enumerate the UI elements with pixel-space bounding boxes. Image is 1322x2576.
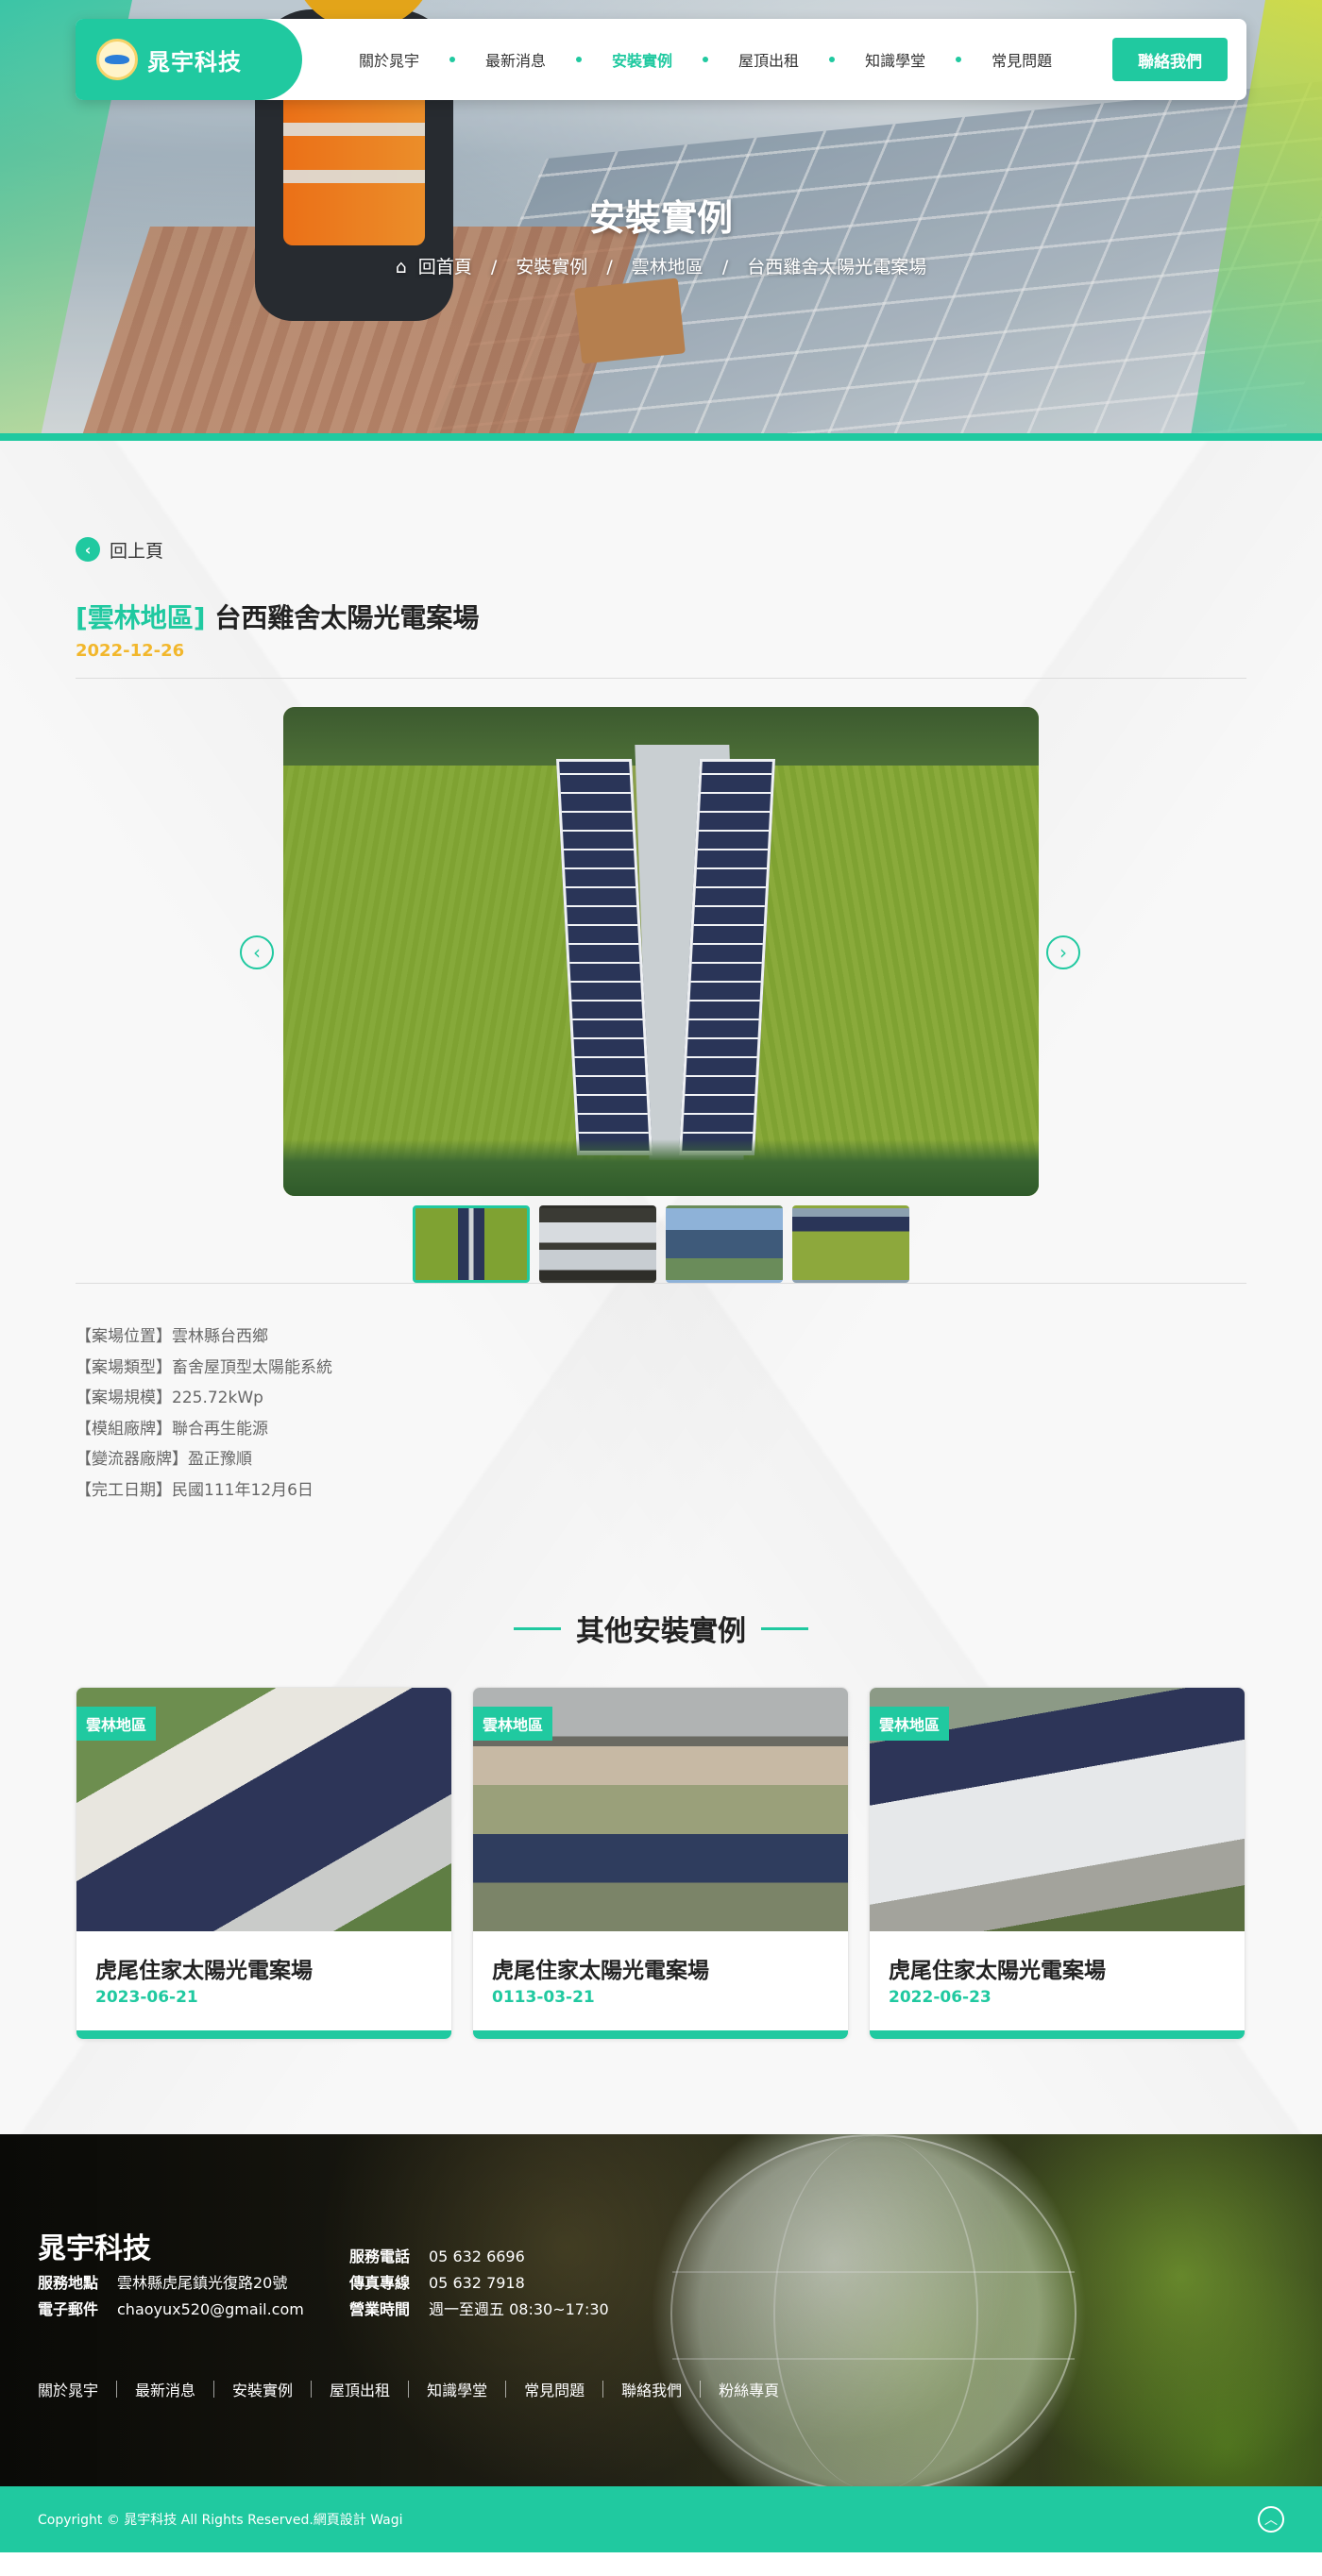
breadcrumb-current: 台西雞舍太陽光電案場	[747, 257, 927, 278]
footer-contact-right: 服務電話 05 632 6696 傳真專線 05 632 7918 營業時間 週一至週…	[349, 2248, 609, 2318]
case-card-date: 2022-06-23	[889, 1988, 992, 2007]
gallery-main-image[interactable]	[283, 707, 1039, 1196]
divider	[76, 1283, 1246, 1284]
footer-link-cases[interactable]: 安裝實例	[232, 2378, 293, 2400]
home-icon: ⌂	[395, 257, 407, 278]
logo-text: 晁宇科技	[147, 48, 242, 76]
case-region: [雲林地區]	[76, 602, 206, 633]
case-specs: 【案場位置】雲林縣台西鄉 【案場類型】畜舍屋頂型太陽能系統 【案場規模】225.…	[76, 1322, 1246, 1506]
footer-link-contact[interactable]: 聯絡我們	[621, 2378, 682, 2400]
divider	[76, 678, 1246, 679]
page-title: 安裝實例	[588, 197, 733, 239]
spec-module-brand: 【模組廠牌】聯合再生能源	[76, 1419, 268, 1439]
chevron-right-icon[interactable]: ›	[1046, 935, 1080, 969]
case-card-date: 0113-03-21	[492, 1988, 595, 2007]
spec-type: 【案場類型】畜舍屋頂型太陽能系統	[76, 1357, 332, 1377]
footer-email[interactable]: chaoyux520@gmail.com	[117, 2300, 304, 2318]
case-card-date: 2023-06-21	[95, 1988, 198, 2007]
nav-separator-dot	[703, 57, 709, 62]
footer-contact-left: 服務地點 雲林縣虎尾鎮光復路20號 電子郵件 chaoyux520@gmail.co…	[38, 2274, 304, 2318]
nav-item-knowledge[interactable]: 知識學堂	[865, 48, 925, 71]
nav-item-about[interactable]: 關於晁宇	[359, 48, 419, 71]
nav-separator-dot	[576, 57, 583, 62]
case-card-title: 虎尾住家太陽光電案場	[492, 1959, 709, 1983]
case-card-region-tag: 雲林地區	[76, 1707, 157, 1741]
case-card-region-tag: 雲林地區	[870, 1707, 950, 1741]
footer-link-roof-rental[interactable]: 屋頂出租	[330, 2378, 390, 2400]
case-card-region-tag: 雲林地區	[473, 1707, 553, 1741]
case-card-title: 虎尾住家太陽光電案場	[95, 1959, 313, 1983]
gallery-thumbnail[interactable]	[666, 1205, 783, 1283]
case-title: [雲林地區] 台西雞舍太陽光電案場	[76, 598, 1246, 635]
case-card[interactable]: 雲林地區 虎尾住家太陽光電案場 0113-03-21	[472, 1687, 849, 2040]
breadcrumb-cases[interactable]: 安裝實例	[516, 257, 587, 278]
gallery-thumbnails	[413, 1205, 909, 1283]
case-card[interactable]: 雲林地區 虎尾住家太陽光電案場 2023-06-21	[76, 1687, 452, 2040]
back-arrow-icon: ‹	[76, 537, 100, 562]
spec-location: 【案場位置】雲林縣台西鄉	[76, 1327, 268, 1346]
other-cases-heading: 其他安裝實例	[76, 1608, 1246, 1649]
back-link[interactable]: ‹ 回上頁	[76, 535, 1246, 564]
image-gallery: ‹ ›	[76, 707, 1246, 1283]
spec-capacity: 【案場規模】225.72kWp	[76, 1389, 263, 1407]
nav-separator-dot	[956, 57, 962, 62]
breadcrumb-home[interactable]: 回首頁	[418, 257, 472, 278]
contact-button[interactable]: 聯絡我們	[1112, 38, 1228, 81]
nav-separator-dot	[829, 57, 836, 62]
footer-link-knowledge[interactable]: 知識學堂	[427, 2378, 487, 2400]
nav-item-roof-rental[interactable]: 屋頂出租	[738, 48, 799, 71]
spec-completion-date: 【完工日期】民國111年12月6日	[76, 1480, 314, 1500]
nav-item-news[interactable]: 最新消息	[485, 48, 546, 71]
footer-link-faq[interactable]: 常見問題	[524, 2378, 585, 2400]
spec-inverter-brand: 【變流器廠牌】盈正豫順	[76, 1450, 252, 1469]
breadcrumb-region[interactable]: 雲林地區	[632, 257, 703, 278]
hero-bottom-line	[0, 433, 1322, 441]
logo-emblem-icon	[96, 39, 138, 80]
gallery-thumbnail[interactable]	[413, 1205, 530, 1283]
footer-phone[interactable]: 05 632 6696	[429, 2248, 525, 2265]
breadcrumb: ⌂ 回首頁 / 安裝實例 / 雲林地區 / 台西雞舍太陽光電案場	[395, 257, 927, 278]
case-date: 2022-12-26	[76, 641, 185, 661]
case-detail-section: ‹ 回上頁 [雲林地區] 台西雞舍太陽光電案場 2022-12-26 ‹ › 【…	[0, 441, 1322, 2134]
footer-fax: 05 632 7918	[429, 2274, 525, 2292]
top-navbar: 晁宇科技 關於晁宇 最新消息 安裝實例 屋頂出租 知識學堂 常見問題 聯絡我們	[76, 19, 1246, 100]
chevron-up-icon[interactable]: ︿	[1258, 2506, 1284, 2533]
case-card-title: 虎尾住家太陽光電案場	[889, 1959, 1106, 1983]
gallery-thumbnail[interactable]	[792, 1205, 909, 1283]
nav-item-cases[interactable]: 安裝實例	[612, 48, 672, 71]
main-menu: 關於晁宇 最新消息 安裝實例 屋頂出租 知識學堂 常見問題	[359, 19, 1052, 100]
copyright-text: Copyright © 晁宇科技 All Rights Reserved.網頁設…	[38, 2513, 403, 2528]
footer-link-news[interactable]: 最新消息	[135, 2378, 195, 2400]
case-card[interactable]: 雲林地區 虎尾住家太陽光電案場 2022-06-23	[869, 1687, 1246, 2040]
chevron-left-icon[interactable]: ‹	[240, 935, 274, 969]
back-label: 回上頁	[110, 540, 164, 562]
site-footer: 晁宇科技 服務地點 雲林縣虎尾鎮光復路20號 電子郵件 chaoyux520@gma…	[0, 2134, 1322, 2486]
nav-separator-dot	[449, 57, 456, 62]
footer-address: 雲林縣虎尾鎮光復路20號	[117, 2274, 288, 2292]
footer-link-about[interactable]: 關於晁宇	[38, 2378, 98, 2400]
footer-hours: 週一至週五 08:30~17:30	[429, 2300, 609, 2318]
gallery-thumbnail[interactable]	[539, 1205, 656, 1283]
hero-banner: 晁宇科技 關於晁宇 最新消息 安裝實例 屋頂出租 知識學堂 常見問題 聯絡我們 …	[0, 0, 1322, 441]
footer-brand: 晁宇科技	[38, 2232, 151, 2265]
case-name: 台西雞舍太陽光電案場	[214, 602, 480, 633]
site-logo[interactable]: 晁宇科技	[76, 19, 302, 100]
nav-item-faq[interactable]: 常見問題	[992, 48, 1052, 71]
footer-links: 關於晁宇 最新消息 安裝實例 屋頂出租 知識學堂 常見問題 聯絡我們 粉絲專頁	[38, 2378, 779, 2400]
footer-link-fanpage[interactable]: 粉絲專頁	[719, 2378, 779, 2400]
copyright-bar: Copyright © 晁宇科技 All Rights Reserved.網頁設…	[0, 2486, 1322, 2552]
other-cases-list: 雲林地區 虎尾住家太陽光電案場 2023-06-21 雲林地區 虎尾住家太陽光電…	[76, 1687, 1246, 2134]
